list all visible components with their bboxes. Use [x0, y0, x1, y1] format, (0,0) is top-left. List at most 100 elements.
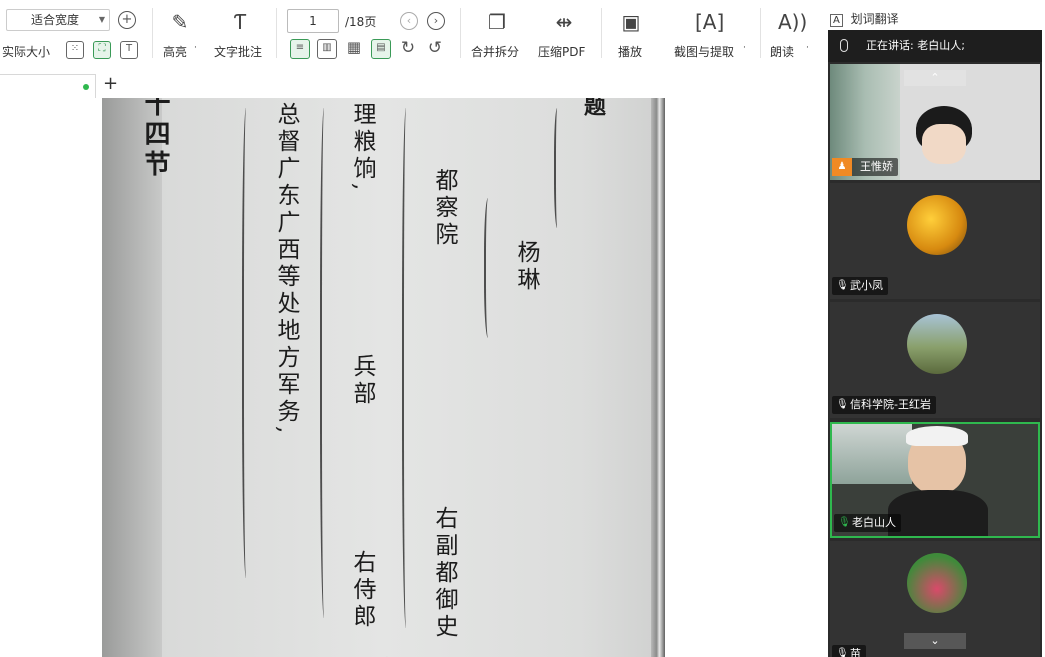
grid-view-icon[interactable]: ▦ — [344, 39, 364, 59]
saved-status-dot — [83, 84, 89, 90]
prev-page-icon[interactable]: ‹ — [400, 12, 418, 30]
text-column-title-prefix: 题 — [580, 98, 606, 120]
chevron-down-icon: ▼ — [98, 15, 105, 24]
fit-width-icon[interactable]: ⛶ — [93, 41, 111, 59]
avatar — [907, 195, 967, 255]
book-spine — [651, 98, 665, 657]
page-number-input[interactable]: 1 — [287, 9, 339, 33]
translate-icon: A — [830, 14, 843, 27]
participant-tile[interactable]: 🎙 信科学院-王红岩 — [830, 302, 1040, 418]
mongolian-script-column — [484, 198, 494, 338]
text-comment-button[interactable]: 文字批注 — [214, 43, 262, 60]
participant-name: 苗 — [850, 647, 861, 657]
mongolian-script-column — [320, 108, 330, 618]
participant-tile[interactable]: ⌃ ♟ 王惟娇 — [830, 64, 1040, 180]
next-page-icon[interactable]: › — [427, 12, 445, 30]
zoom-mode-label: 适合宽度 — [31, 13, 80, 27]
page-shadow-strip — [102, 98, 162, 657]
zoom-in-icon[interactable]: + — [118, 11, 136, 29]
toolbar-divider — [760, 8, 761, 58]
text-comment-icon[interactable]: Ƭ — [228, 10, 252, 34]
document-tabstrip: + — [0, 72, 830, 98]
participant-name: 信科学院-王红岩 — [850, 398, 931, 411]
avatar — [907, 553, 967, 613]
screenshot-extract-button[interactable]: 截图与提取 — [674, 43, 734, 60]
new-tab-icon[interactable]: + — [103, 73, 118, 94]
mongolian-script-column — [402, 108, 412, 628]
participant-name: 老白山人 — [852, 516, 896, 529]
section-partial-char: 十 — [140, 98, 170, 120]
read-aloud-button[interactable]: 朗读 — [770, 43, 794, 60]
participant-name-tag: 🎙 老白山人 — [834, 514, 901, 532]
toolbar-divider — [460, 8, 461, 58]
text-column-governor: 总督广东广西等处地方军务, — [273, 102, 299, 438]
participant-tile-active[interactable]: 🎙 老白山人 — [830, 422, 1040, 538]
rotate-counterclockwise-icon[interactable]: ↺ — [425, 39, 445, 59]
toolbar-divider — [601, 8, 602, 58]
compress-pdf-icon[interactable]: ⇹ — [552, 10, 576, 34]
participant-name-tag: 🎙 信科学院-王红岩 — [832, 396, 936, 414]
actual-size-button[interactable]: 实际大小 — [2, 43, 50, 60]
participant-tile[interactable]: 🎙 武小凤 — [830, 183, 1040, 299]
text-column-office: 都察院 — [431, 168, 457, 249]
text-column-ministry: 兵部 — [349, 354, 375, 408]
page-total-label: /18页 — [345, 15, 377, 29]
document-viewer[interactable]: 十 四节 总督广东广西等处地方军务, 理粮饷, 兵部 右侍郎 都察院 右副都御史… — [0, 98, 830, 657]
translate-tool[interactable]: A 划词翻译 — [830, 10, 899, 27]
document-page: 十 四节 总督广东广西等处地方军务, 理粮饷, 兵部 右侍郎 都察院 右副都御史… — [102, 98, 665, 657]
speaking-label: 正在讲话: 老白山人; — [866, 39, 965, 52]
participant-name-tag: 🎙 武小凤 — [832, 277, 888, 295]
section-heading: 四节 — [140, 120, 170, 180]
chevron-up-icon[interactable]: ⌃ — [904, 70, 966, 86]
text-select-icon[interactable]: T — [120, 41, 138, 59]
fit-page-icon[interactable]: ⁙ — [66, 41, 84, 59]
participant-name: 王惟娇 — [860, 160, 893, 173]
play-button[interactable]: 播放 — [618, 43, 642, 60]
highlight-dropdown-icon[interactable]: · — [194, 43, 197, 53]
host-icon: ♟ — [832, 158, 852, 176]
double-page-view-icon[interactable]: ▥ — [317, 39, 337, 59]
participant-name-tag: 🎙 苗 — [832, 645, 866, 657]
single-page-view-icon[interactable]: ≡ — [290, 39, 310, 59]
speaking-indicator: 正在讲话: 老白山人; — [828, 30, 1042, 62]
avatar — [907, 314, 967, 374]
continuous-view-icon[interactable]: ▤ — [371, 39, 391, 59]
mic-active-icon: 🎙 — [838, 517, 851, 528]
video-background — [832, 424, 912, 484]
screenshot-dropdown-icon[interactable]: · — [743, 43, 746, 53]
mic-muted-icon: 🎙 — [836, 648, 849, 657]
highlight-icon[interactable]: ✎ — [168, 10, 192, 34]
mic-muted-icon: 🎙 — [836, 280, 849, 291]
mongolian-script-column — [242, 108, 252, 578]
read-aloud-dropdown-icon[interactable]: · — [806, 43, 809, 53]
toolbar: 适合宽度 ▼ + 实际大小 ⁙ ⛶ T ✎ 高亮 · Ƭ 文字批注 1 /18页… — [0, 0, 830, 70]
merge-split-icon[interactable]: ❐ — [485, 10, 509, 34]
text-column-office-title: 右副都御史 — [431, 506, 457, 641]
screenshot-extract-icon[interactable]: [A] — [695, 10, 724, 34]
microphone-icon — [840, 39, 848, 52]
text-column-grain: 理粮饷, — [349, 102, 375, 195]
mic-muted-icon: 🎙 — [836, 399, 849, 410]
toolbar-divider — [152, 8, 153, 58]
meeting-panel: 正在讲话: 老白山人; ⌃ ♟ 王惟娇 🎙 武小凤 🎙 信科学院-王红岩 🎙 老… — [828, 30, 1042, 657]
highlight-button[interactable]: 高亮 — [163, 43, 187, 60]
document-tab[interactable] — [0, 74, 96, 98]
play-icon[interactable]: ▣ — [619, 10, 643, 34]
mongolian-script-column — [554, 108, 562, 228]
compress-pdf-button[interactable]: 压缩PDF — [538, 43, 585, 60]
read-aloud-icon[interactable]: A)) — [778, 10, 807, 34]
participant-name-tag: ♟ 王惟娇 — [832, 158, 898, 176]
toolbar-divider — [276, 8, 277, 58]
participant-name: 武小凤 — [850, 279, 883, 292]
participant-tile[interactable]: ⌄ 🎙 苗 — [830, 541, 1040, 657]
translate-label: 划词翻译 — [850, 12, 899, 26]
participant-hair — [906, 426, 968, 446]
text-column-ministry-title: 右侍郎 — [349, 550, 375, 631]
zoom-mode-select[interactable]: 适合宽度 ▼ — [6, 9, 110, 31]
text-column-person: 杨琳 — [513, 240, 539, 294]
merge-split-button[interactable]: 合并拆分 — [471, 43, 519, 60]
participant-body — [888, 490, 988, 536]
chevron-down-icon[interactable]: ⌄ — [904, 633, 966, 649]
rotate-clockwise-icon[interactable]: ↻ — [398, 39, 418, 59]
participant-face — [922, 124, 966, 164]
